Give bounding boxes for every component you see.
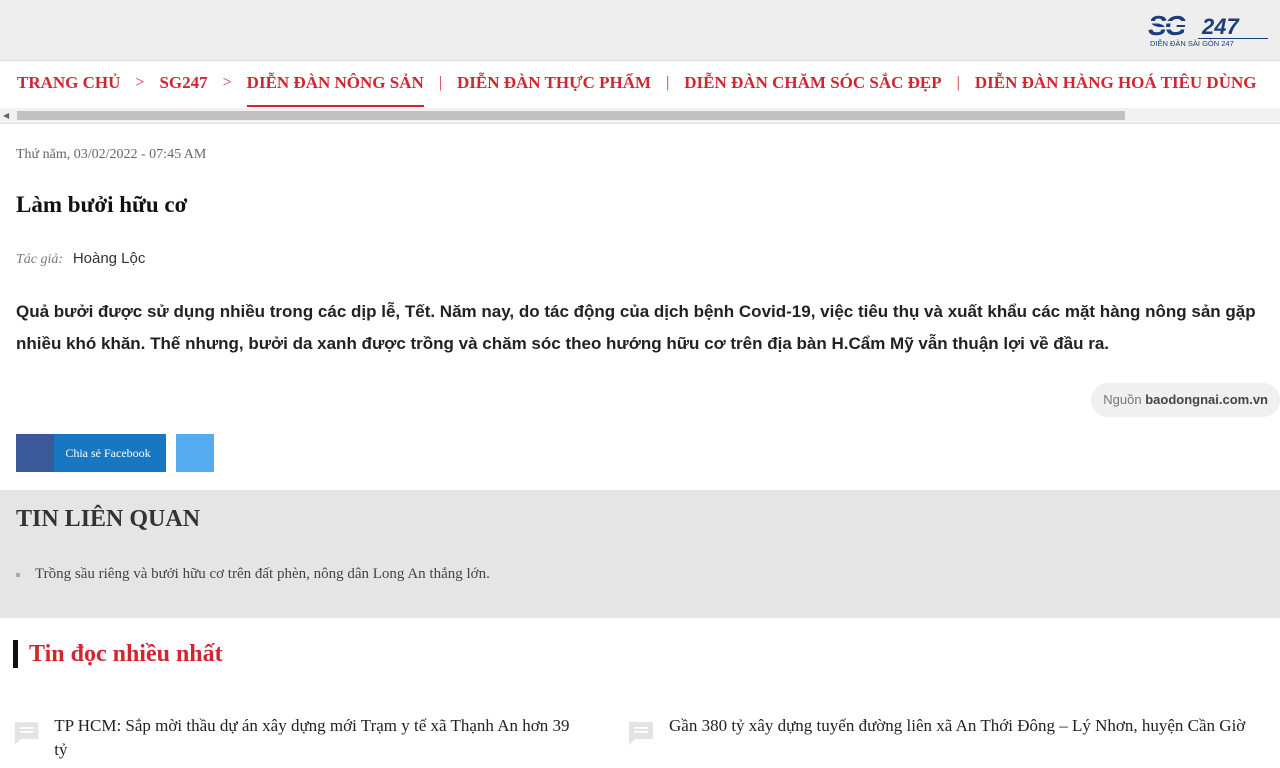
nav-dien-dan-hang-hoa-tieu-dung[interactable]: DIỄN ĐÀN HÀNG HOÁ TIÊU DÙNG: [975, 73, 1257, 93]
breadcrumb-separator: >: [135, 74, 145, 91]
article-author: Tác giả: Hoàng Lộc: [16, 250, 145, 268]
source-name: baodongnai.com.vn: [1145, 392, 1268, 407]
most-read-title: Tin đọc nhiều nhất: [29, 640, 223, 667]
author-label: Tác giả:: [16, 252, 64, 267]
share-facebook-button[interactable]: Chia sẻ Facebook: [16, 434, 166, 472]
source-badge: Nguồn baodongnai.com.vn: [1091, 383, 1280, 417]
related-news-section: TIN LIÊN QUAN Trồng sầu riêng và bưởi hữ…: [0, 490, 1280, 618]
nav-sg247[interactable]: SG247: [159, 73, 207, 93]
most-read-heading: Tin đọc nhiều nhất: [13, 640, 223, 668]
most-read-link[interactable]: TP HCM: Sắp mời thầu dự án xây dựng mới …: [54, 714, 573, 762]
most-read-item[interactable]: TP HCM: Sắp mời thầu dự án xây dựng mới …: [13, 714, 573, 762]
related-news-item[interactable]: Trồng sầu riêng và bưởi hữu cơ trên đất …: [16, 566, 490, 583]
nav-dien-dan-cham-soc-sac-dep[interactable]: DIỄN ĐÀN CHĂM SÓC SẮC ĐẸP: [684, 73, 941, 93]
nav-divider: |: [666, 74, 670, 91]
bullet-icon: [16, 572, 20, 577]
main-nav: TRANG CHỦ > SG247 > DIỄN ĐÀN NÔNG SẢN | …: [0, 60, 1280, 108]
heading-accent-bar: [13, 640, 18, 668]
comment-icon: [629, 722, 653, 745]
svg-text:DIỄN ĐÀN SÀI GÒN 247: DIỄN ĐÀN SÀI GÒN 247: [1150, 39, 1234, 48]
horizontal-scrollbar[interactable]: ◀: [0, 108, 1280, 124]
source-label: Nguồn: [1103, 392, 1142, 407]
nav-divider: |: [956, 74, 960, 91]
related-news-title: TIN LIÊN QUAN: [16, 506, 201, 532]
share-twitter-button[interactable]: [176, 434, 214, 472]
facebook-icon: [16, 434, 54, 472]
comment-icon: [14, 722, 39, 745]
site-logo[interactable]: SG 247 DIỄN ĐÀN SÀI GÒN 247: [1146, 8, 1276, 50]
article-title: Làm bưởi hữu cơ: [16, 192, 188, 217]
most-read-item[interactable]: Gần 380 tỷ xây dựng tuyến đường liên xã …: [627, 714, 1247, 746]
site-header: SG 247 DIỄN ĐÀN SÀI GÒN 247: [0, 0, 1280, 60]
nav-dien-dan-thuc-pham[interactable]: DIỄN ĐÀN THỰC PHẨM: [457, 73, 651, 93]
article-lead: Quả bưởi được sử dụng nhiều trong các dị…: [16, 302, 1256, 353]
share-facebook-label: Chia sẻ Facebook: [65, 446, 151, 460]
nav-divider: |: [438, 74, 442, 91]
svg-text:SG: SG: [1148, 10, 1186, 41]
article-date: Thứ năm, 03/02/2022 - 07:45 AM: [16, 147, 207, 162]
scroll-left-icon[interactable]: ◀: [3, 111, 9, 120]
related-news-link[interactable]: Trồng sầu riêng và bưởi hữu cơ trên đất …: [35, 566, 490, 583]
nav-home[interactable]: TRANG CHỦ: [17, 73, 120, 93]
author-name: Hoàng Lộc: [72, 250, 146, 267]
most-read-link[interactable]: Gần 380 tỷ xây dựng tuyến đường liên xã …: [669, 714, 1245, 746]
scrollbar-thumb[interactable]: [17, 111, 1125, 120]
nav-dien-dan-nong-san[interactable]: DIỄN ĐÀN NÔNG SẢN: [246, 73, 424, 107]
breadcrumb-separator: >: [222, 74, 232, 91]
svg-text:247: 247: [1201, 14, 1240, 39]
